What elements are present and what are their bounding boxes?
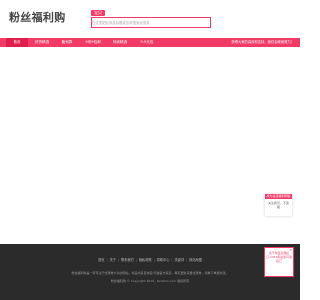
footer-copyright: 粉丝福利购 © Copyright 2019 · fensifuli.com 版… [110, 279, 190, 283]
nav-item-home[interactable]: 首页 [6, 38, 28, 47]
nav-item-9-9-free[interactable]: 9.9元包 [136, 38, 158, 47]
floating-ad-text: 关于淘宝高佣接口-2019年最新可用接口 [266, 251, 292, 263]
header: 粉丝福利购 宝贝 [0, 0, 300, 38]
nav-item-juhuasuan[interactable]: 聚划算 [56, 38, 78, 47]
footer-description: 粉丝福利购是一家专注于优惠券分享的网站，商品均来自淘宝/天猫官方渠道，每天更新海… [71, 271, 229, 275]
footer-link-about[interactable]: 关于 [110, 258, 116, 262]
side-card-text: 关注我们，不迷路 [267, 201, 289, 209]
footer-link-keywords[interactable]: 关键词 [175, 258, 185, 262]
footer: 首页 | 关于 | 联系我们 | 隐私政策 | 帮助中心 | 关键词 | 网站地图 粉丝福利购是一家专注… [0, 244, 300, 300]
search-input[interactable] [91, 17, 211, 28]
nav-item-good-picks[interactable]: 好货精选 [31, 38, 53, 47]
main-nav: 首页 好货精选 聚划算 9块9包邮 特卖精选 9.9元包 获得大家的喜欢和支持，… [0, 38, 300, 47]
footer-link-privacy[interactable]: 隐私政策 [139, 258, 152, 262]
nav-item-special-sale[interactable]: 特卖精选 [109, 38, 131, 47]
footer-links: 首页 | 关于 | 联系我们 | 隐私政策 | 帮助中心 | 关键词 | 网站地图 [0, 257, 300, 262]
footer-link-help[interactable]: 帮助中心 [157, 258, 170, 262]
search-tab-items[interactable]: 宝贝 [91, 10, 105, 16]
side-promo-card[interactable]: 成为皇冠福利网客 关注我们，不迷路 [265, 194, 292, 216]
nav-notice: 获得大家的喜欢和支持，我们会继续努力！ [231, 40, 294, 44]
footer-link-contact[interactable]: 联系我们 [121, 258, 134, 262]
footer-link-sitemap[interactable]: 网站地图 [189, 258, 202, 262]
floating-ad[interactable]: × 关于淘宝高佣接口-2019年最新可用接口 [264, 247, 294, 277]
search-area: 宝贝 [91, 10, 211, 29]
side-card-title: 成为皇冠福利网客 [265, 194, 292, 199]
site-logo[interactable]: 粉丝福利购 [9, 9, 66, 25]
nav-item-9-9[interactable]: 9块9包邮 [82, 38, 104, 47]
